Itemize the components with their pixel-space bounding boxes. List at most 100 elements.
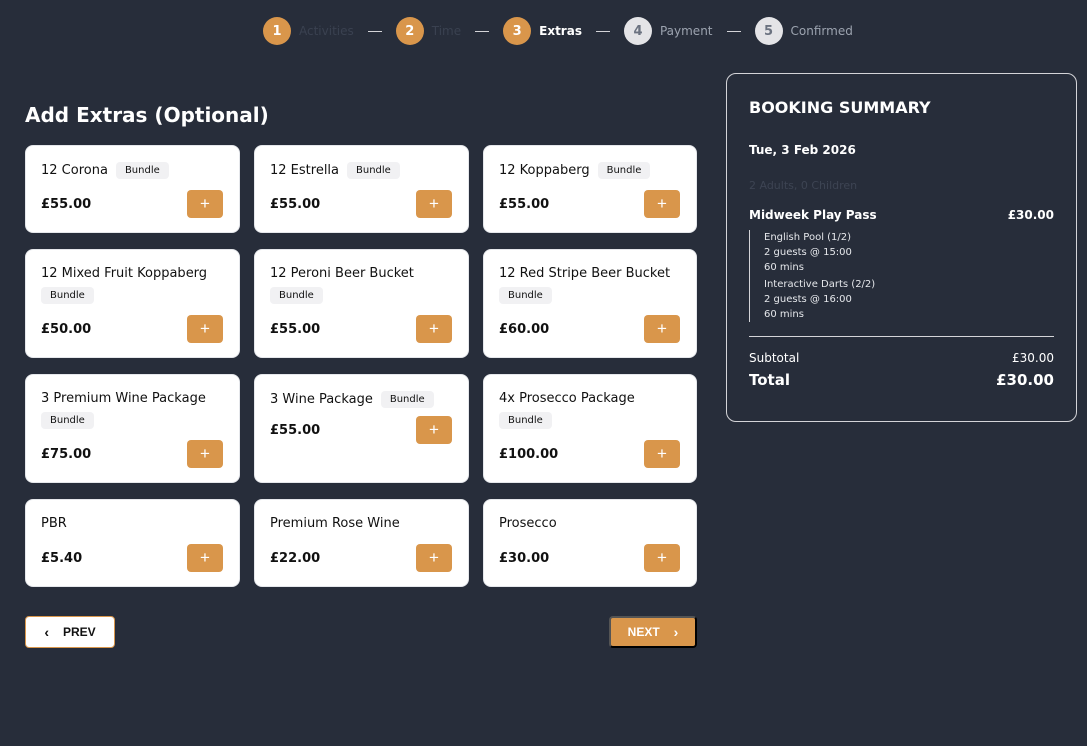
- extra-name: 12 Koppaberg: [499, 163, 590, 178]
- extra-price: £100.00: [499, 446, 559, 462]
- activity-guests: 2 guests @ 16:00: [764, 294, 852, 305]
- activity-duration: 60 mins: [764, 309, 804, 320]
- extra-name: 12 Corona: [41, 163, 108, 178]
- guest-count: 2 Adults, 0 Children: [749, 179, 858, 192]
- bundle-badge: Bundle: [41, 412, 94, 429]
- extra-price: £55.00: [270, 321, 321, 337]
- step-number: 3: [503, 17, 532, 45]
- step-number: 2: [395, 17, 424, 45]
- extra-card: 12 Red Stripe Beer Bucket Bundle £60.00 +: [483, 249, 697, 358]
- step-separator: [726, 30, 741, 32]
- add-extra-button[interactable]: +: [187, 315, 223, 343]
- step-number: 1: [263, 17, 291, 45]
- extra-price: £22.00: [270, 550, 321, 566]
- extra-price: £55.00: [270, 422, 321, 438]
- extra-card: 3 Wine Package Bundle £55.00 +: [254, 374, 469, 483]
- step-confirmed: 5 Confirmed: [754, 17, 853, 45]
- extra-name: 12 Red Stripe Beer Bucket: [499, 266, 671, 281]
- activity-name: Interactive Darts (2/2): [764, 279, 876, 290]
- page-title: Add Extras (Optional): [25, 103, 269, 127]
- add-extra-button[interactable]: +: [416, 190, 452, 218]
- step-number: 5: [754, 17, 783, 45]
- extra-name: PBR: [41, 516, 67, 531]
- add-extra-button[interactable]: +: [187, 544, 223, 572]
- step-extras[interactable]: 3 Extras: [503, 17, 582, 45]
- next-label: NEXT: [627, 625, 660, 639]
- chevron-left-icon: ‹: [44, 624, 49, 640]
- prev-label: PREV: [62, 625, 96, 639]
- activity-guests: 2 guests @ 15:00: [764, 247, 852, 258]
- extra-card: 4x Prosecco Package Bundle £100.00 +: [483, 374, 697, 483]
- extra-card: 12 Corona Bundle £55.00 +: [25, 145, 240, 233]
- extra-name: 3 Premium Wine Package: [41, 391, 206, 406]
- booking-summary: BOOKING SUMMARY Tue, 3 Feb 2026 2 Adults…: [726, 73, 1077, 422]
- extra-name: 3 Wine Package: [270, 392, 373, 407]
- extra-price: £30.00: [499, 550, 550, 566]
- extra-name: 4x Prosecco Package: [499, 391, 635, 406]
- add-extra-button[interactable]: +: [187, 190, 223, 218]
- extra-card: Premium Rose Wine £22.00 +: [254, 499, 469, 587]
- step-activities[interactable]: 1 Activities: [263, 17, 354, 45]
- extra-price: £5.40: [41, 550, 83, 566]
- bundle-badge: Bundle: [115, 162, 169, 179]
- summary-divider: [749, 336, 1054, 337]
- step-separator: [367, 30, 382, 32]
- extra-card: 12 Koppaberg Bundle £55.00 +: [483, 145, 697, 233]
- bundle-badge: Bundle: [347, 162, 400, 179]
- total-value: £30.00: [996, 371, 1054, 389]
- extra-card: PBR £5.40 +: [25, 499, 240, 587]
- pass-line: Midweek Play Pass £30.00: [749, 208, 1054, 222]
- add-extra-button[interactable]: +: [416, 416, 452, 444]
- extra-price: £75.00: [41, 446, 92, 462]
- next-button[interactable]: NEXT ›: [609, 616, 697, 648]
- extra-price: £55.00: [499, 196, 550, 212]
- total-label: Total: [749, 371, 790, 389]
- summary-title: BOOKING SUMMARY: [749, 98, 931, 117]
- extra-name: Prosecco: [499, 516, 557, 531]
- activity-duration: 60 mins: [764, 262, 804, 273]
- step-payment: 4 Payment: [623, 17, 713, 45]
- bundle-badge: Bundle: [41, 287, 94, 304]
- activity-list: English Pool (1/2) 2 guests @ 15:00 60 m…: [749, 230, 1054, 322]
- step-label: Extras: [539, 24, 582, 38]
- chevron-right-icon: ›: [673, 624, 679, 640]
- extra-card: 12 Estrella Bundle £55.00 +: [254, 145, 469, 233]
- prev-button[interactable]: ‹ PREV: [25, 616, 115, 648]
- bundle-badge: Bundle: [380, 391, 434, 408]
- add-extra-button[interactable]: +: [416, 544, 452, 572]
- add-extra-button[interactable]: +: [644, 544, 680, 572]
- extra-price: £50.00: [41, 321, 92, 337]
- add-extra-button[interactable]: +: [416, 315, 452, 343]
- step-label: Payment: [659, 24, 713, 38]
- bundle-badge: Bundle: [270, 287, 323, 304]
- total-row: Total £30.00: [749, 371, 1054, 389]
- step-separator: [595, 30, 610, 32]
- bundle-badge: Bundle: [597, 162, 651, 179]
- subtotal-label: Subtotal: [749, 351, 800, 365]
- extra-price: £55.00: [41, 196, 92, 212]
- step-label: Confirmed: [790, 24, 853, 38]
- extra-name: 12 Peroni Beer Bucket: [270, 266, 414, 281]
- subtotal-row: Subtotal £30.00: [749, 351, 1054, 365]
- bundle-badge: Bundle: [499, 287, 552, 304]
- add-extra-button[interactable]: +: [644, 315, 680, 343]
- extra-price: £60.00: [499, 321, 550, 337]
- step-label: Time: [431, 24, 462, 38]
- add-extra-button[interactable]: +: [644, 190, 680, 218]
- extra-card: 12 Peroni Beer Bucket Bundle £55.00 +: [254, 249, 469, 358]
- page: 1 Activities 2 Time 3 Extras 4 Payment 5…: [0, 0, 1087, 746]
- subtotal-value: £30.00: [1012, 351, 1054, 365]
- extra-price: £55.00: [270, 196, 321, 212]
- add-extra-button[interactable]: +: [644, 440, 680, 468]
- step-separator: [475, 30, 490, 32]
- add-extra-button[interactable]: +: [187, 440, 223, 468]
- extra-card: 3 Premium Wine Package Bundle £75.00 +: [25, 374, 240, 483]
- extra-card: Prosecco £30.00 +: [483, 499, 697, 587]
- bundle-badge: Bundle: [499, 412, 552, 429]
- extra-name: Premium Rose Wine: [270, 516, 400, 531]
- step-time[interactable]: 2 Time: [395, 17, 462, 45]
- extra-name: 12 Estrella: [270, 163, 340, 178]
- booking-date: Tue, 3 Feb 2026: [749, 143, 856, 157]
- progress-stepper: 1 Activities 2 Time 3 Extras 4 Payment 5…: [263, 16, 853, 46]
- pass-price: £30.00: [1007, 208, 1054, 222]
